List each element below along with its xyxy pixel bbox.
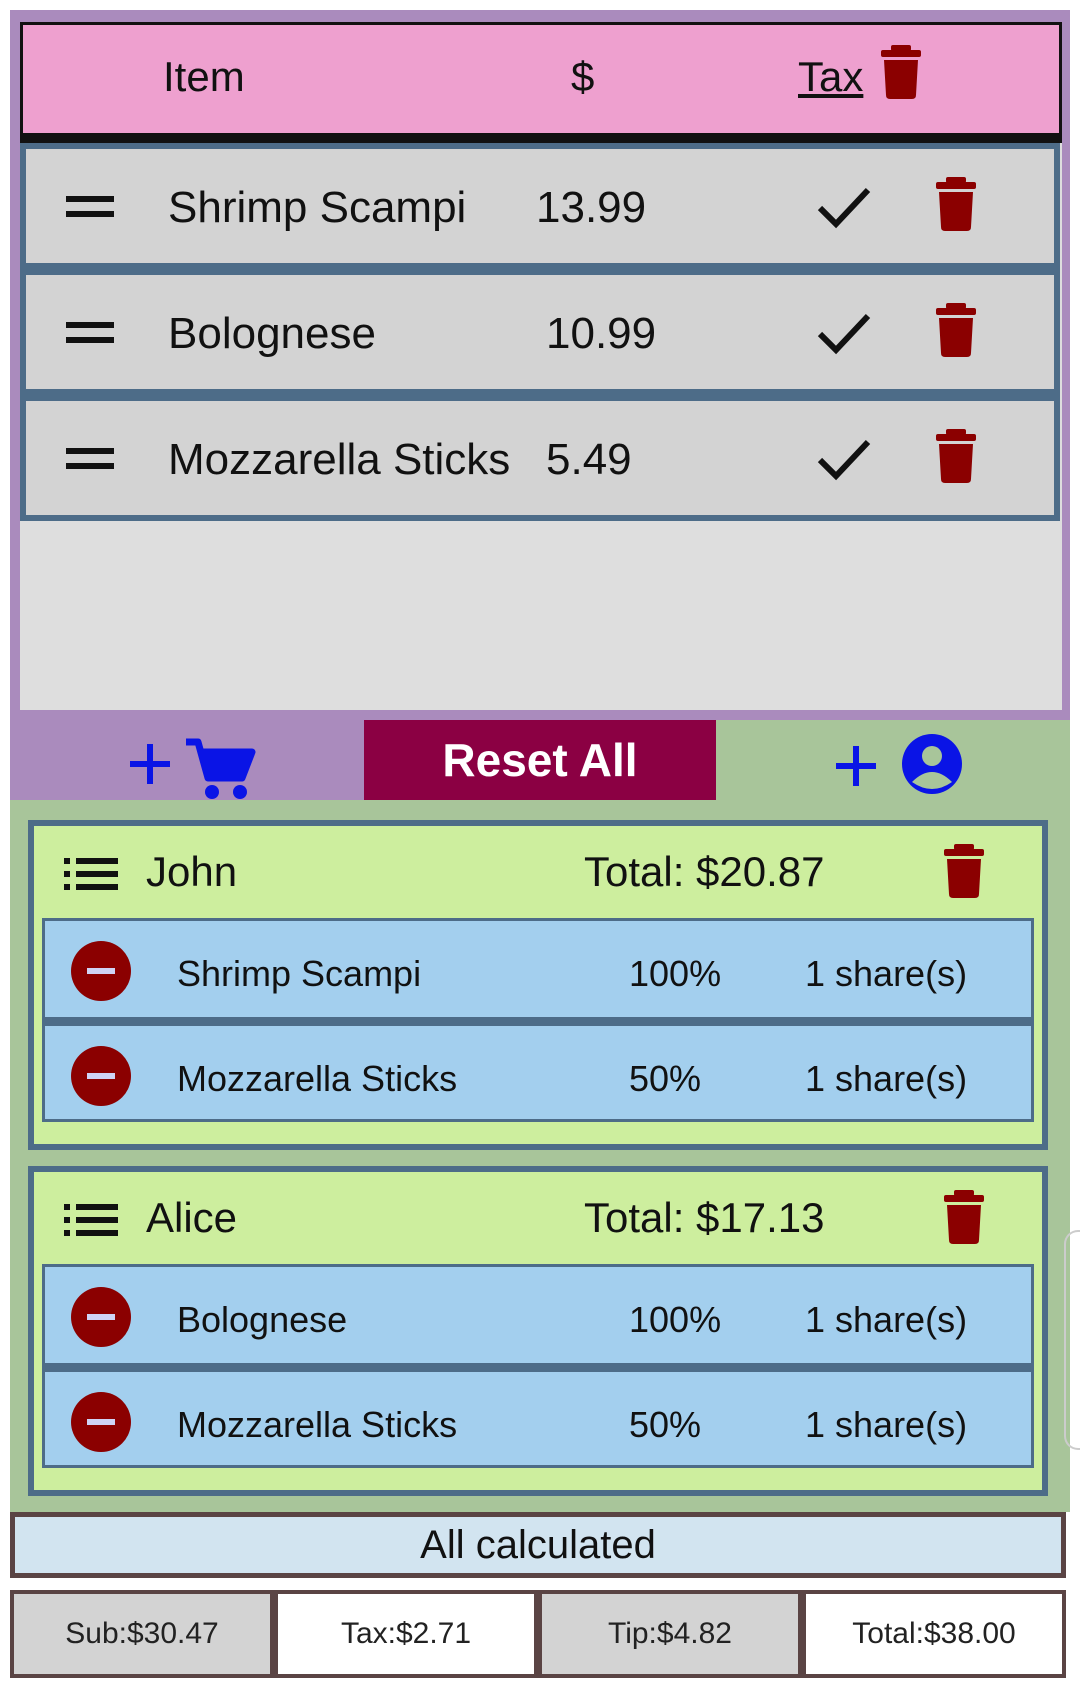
person-card[interactable]: John Total: $20.87 Shrimp Scampi 100% 1 …	[28, 820, 1048, 1150]
tax-check-icon[interactable]	[816, 310, 872, 356]
assignment-shares[interactable]: 1 share(s)	[805, 1299, 967, 1341]
person-header: Alice Total: $17.13	[34, 1172, 1042, 1268]
tip-cell[interactable]: Tip:$4.82	[538, 1590, 802, 1678]
list-icon[interactable]	[64, 858, 118, 890]
tax-total-cell: Tax:$2.71	[274, 1590, 538, 1678]
assignment-percent: 100%	[629, 953, 722, 994]
item-name: Shrimp Scampi	[168, 183, 467, 232]
scroll-indicator[interactable]	[1064, 1230, 1080, 1450]
drag-handle-icon[interactable]	[66, 196, 114, 218]
assignment-row[interactable]: Mozzarella Sticks 50% 1 share(s)	[42, 1020, 1034, 1122]
add-item-area	[10, 720, 364, 800]
person-total: Total: $20.87	[584, 848, 825, 895]
assignment-item-name: Shrimp Scampi	[177, 953, 422, 994]
reset-all-button[interactable]: Reset All	[364, 720, 716, 800]
person-card[interactable]: Alice Total: $17.13 Bolognese 100% 1 sha…	[28, 1166, 1048, 1496]
add-to-cart-icon[interactable]	[128, 738, 256, 800]
subtotal-cell: Sub:$30.47	[10, 1590, 274, 1678]
item-row[interactable]: Shrimp Scampi 13.99	[20, 143, 1060, 269]
person-header: John Total: $20.87	[34, 826, 1042, 922]
assignment-item-name: Mozzarella Sticks	[177, 1058, 458, 1099]
item-name: Bolognese	[168, 309, 376, 358]
item-price[interactable]: 10.99	[546, 309, 656, 359]
person-name[interactable]: Alice	[146, 1194, 237, 1242]
remove-assignment-icon[interactable]	[71, 1392, 131, 1452]
assignment-item-name: Mozzarella Sticks	[177, 1404, 458, 1445]
tax-check-icon[interactable]	[816, 184, 872, 230]
drag-handle-icon[interactable]	[66, 448, 114, 470]
item-row[interactable]: Mozzarella Sticks 5.49	[20, 395, 1060, 521]
remove-assignment-icon[interactable]	[71, 941, 131, 1001]
delete-item-trash-icon[interactable]	[936, 429, 976, 483]
remove-assignment-icon[interactable]	[71, 1287, 131, 1347]
assignment-percent: 100%	[629, 1299, 722, 1340]
items-panel: Item $ Tax Shrimp Scampi 13.99 Bolognese…	[10, 10, 1070, 720]
assignment-item-name: Bolognese	[177, 1299, 348, 1340]
delete-item-trash-icon[interactable]	[936, 177, 976, 231]
assignment-row[interactable]: Mozzarella Sticks 50% 1 share(s)	[42, 1366, 1034, 1468]
list-icon[interactable]	[64, 1204, 118, 1236]
add-person-area	[716, 720, 1070, 800]
delete-item-trash-icon[interactable]	[936, 303, 976, 357]
people-panel: John Total: $20.87 Shrimp Scampi 100% 1 …	[10, 800, 1070, 1512]
item-price[interactable]: 5.49	[546, 435, 632, 485]
person-total: Total: $17.13	[584, 1194, 825, 1241]
assignment-percent: 50%	[629, 1058, 702, 1099]
items-header: Item $ Tax	[20, 22, 1062, 143]
items-list: Shrimp Scampi 13.99 Bolognese 10.99 Mozz…	[20, 143, 1062, 710]
assignment-shares[interactable]: 1 share(s)	[805, 953, 967, 995]
delete-person-trash-icon[interactable]	[944, 1190, 984, 1244]
price-column-header: $	[571, 53, 595, 100]
assignment-row[interactable]: Shrimp Scampi 100% 1 share(s)	[42, 918, 1034, 1020]
status-bar: All calculated	[10, 1512, 1066, 1578]
tax-toggle-all[interactable]: Tax	[798, 53, 863, 101]
tax-check-icon[interactable]	[816, 436, 872, 482]
add-person-icon[interactable]	[834, 732, 964, 796]
item-row[interactable]: Bolognese 10.99	[20, 269, 1060, 395]
drag-handle-icon[interactable]	[66, 322, 114, 344]
remove-assignment-icon[interactable]	[71, 1046, 131, 1106]
delete-all-items-trash-icon[interactable]	[881, 45, 921, 99]
assignment-row[interactable]: Bolognese 100% 1 share(s)	[42, 1264, 1034, 1366]
delete-person-trash-icon[interactable]	[944, 844, 984, 898]
assignment-shares[interactable]: 1 share(s)	[805, 1404, 967, 1446]
grand-total-cell: Total:$38.00	[802, 1590, 1066, 1678]
assignment-percent: 50%	[629, 1404, 702, 1445]
assignment-shares[interactable]: 1 share(s)	[805, 1058, 967, 1100]
item-name: Mozzarella Sticks	[168, 435, 511, 484]
item-price[interactable]: 13.99	[536, 183, 646, 233]
person-name[interactable]: John	[146, 848, 237, 896]
item-column-header: Item	[163, 53, 245, 100]
